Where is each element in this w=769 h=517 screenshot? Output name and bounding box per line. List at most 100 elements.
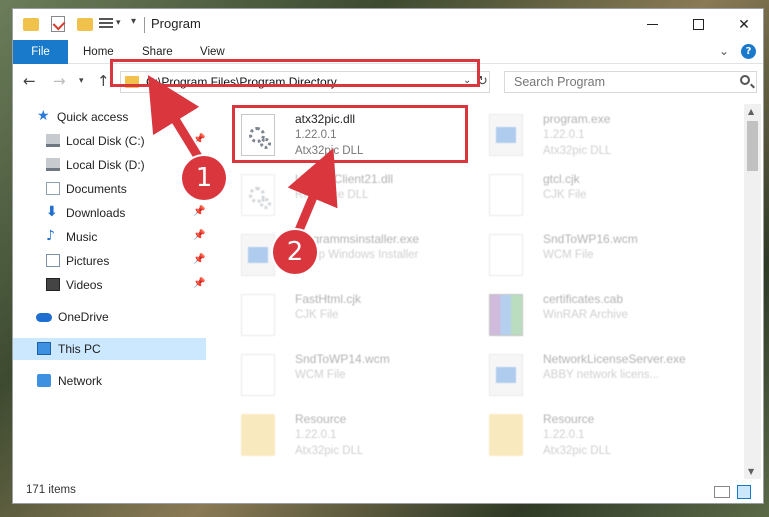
- refresh-icon[interactable]: ↻: [477, 72, 490, 92]
- properties-icon[interactable]: [51, 16, 65, 32]
- file-name: program.exe: [543, 112, 611, 126]
- sidebar-item-label: Pictures: [66, 254, 110, 268]
- sidebar-item-label: Downloads: [66, 206, 126, 220]
- dropdown-icon[interactable]: ▾: [116, 18, 121, 36]
- address-dropdown-icon[interactable]: ⌄: [463, 75, 471, 86]
- sidebar-item-pictures[interactable]: Pictures 📌: [13, 250, 206, 272]
- scroll-up-icon[interactable]: ▲: [748, 107, 754, 116]
- disk-icon: [46, 134, 60, 147]
- file-name: Resource: [295, 412, 347, 426]
- sidebar-item-this-pc[interactable]: This PC: [13, 338, 206, 360]
- search-box[interactable]: [504, 71, 757, 93]
- file-name: UpdateClient21.dll: [295, 172, 394, 186]
- details-view-icon[interactable]: [714, 486, 730, 498]
- sidebar-item-label: Music: [66, 230, 98, 244]
- window-title: Program: [151, 16, 201, 31]
- new-folder-icon[interactable]: [77, 18, 93, 31]
- tab-home[interactable]: Home: [83, 40, 114, 64]
- maximize-icon: [692, 19, 704, 30]
- file-name: gtcl.cjk: [543, 172, 580, 186]
- file-item[interactable]: Resource 1.22.0.1 Atx32pic DLL: [233, 408, 478, 466]
- file-icon: [489, 234, 523, 276]
- folder-dll-icon: [489, 414, 523, 456]
- cloud-icon: [36, 313, 52, 322]
- sidebar-item-label: This PC: [58, 342, 101, 356]
- close-button[interactable]: ✕: [721, 9, 763, 40]
- recent-locations-icon[interactable]: ▾: [79, 76, 84, 86]
- pin-icon[interactable]: 📌: [193, 206, 205, 217]
- file-item[interactable]: gtcl.cjk CJK File: [481, 168, 726, 226]
- file-item[interactable]: SndToWP16.wcm WCM File: [481, 228, 726, 286]
- tiles-view-icon[interactable]: [737, 485, 751, 499]
- download-icon: ⬇: [46, 204, 58, 220]
- archive-icon: [489, 294, 523, 336]
- documents-icon: [46, 182, 60, 195]
- sidebar-item-videos[interactable]: Videos 📌: [13, 274, 206, 296]
- file-detail: CJK File: [295, 309, 339, 321]
- maximize-button[interactable]: [675, 9, 721, 40]
- videos-icon: [46, 278, 60, 291]
- file-item[interactable]: FastHtml.cjk CJK File: [233, 288, 478, 346]
- file-item[interactable]: certificates.cab WinRAR Archive: [481, 288, 726, 346]
- file-detail: WCM File: [295, 369, 346, 381]
- file-name: Resource: [543, 412, 595, 426]
- computer-icon: [37, 342, 51, 355]
- dll-gear-icon: [241, 174, 275, 216]
- sidebar-item-label: Videos: [66, 278, 103, 292]
- file-item[interactable]: programmsinstaller.exe Setup Windows Ins…: [233, 228, 478, 286]
- tab-share[interactable]: Share: [142, 40, 173, 64]
- folder-icon[interactable]: [23, 18, 39, 31]
- file-detail: Atx32pic DLL: [543, 445, 612, 457]
- chevron-down-icon[interactable]: ⌄: [719, 44, 729, 58]
- up-arrow-icon[interactable]: ↑: [97, 72, 110, 90]
- file-detail: Resource DLL: [295, 189, 369, 201]
- file-item[interactable]: UpdateClient21.dll Resource DLL: [233, 168, 478, 226]
- minimize-button[interactable]: [629, 9, 675, 40]
- help-icon[interactable]: ?: [741, 44, 756, 59]
- sidebar-item-downloads[interactable]: ⬇ Downloads 📌: [13, 202, 206, 224]
- address-path[interactable]: C:\Program Files\Program Directory: [146, 75, 337, 89]
- file-item[interactable]: program.exe 1.22.0.1 Atx32pic DLL: [481, 108, 726, 166]
- search-input[interactable]: [505, 72, 725, 92]
- tab-view[interactable]: View: [200, 40, 225, 64]
- pin-icon[interactable]: 📌: [193, 278, 205, 289]
- sidebar-item-documents[interactable]: Documents: [13, 178, 206, 200]
- search-icon[interactable]: [740, 75, 750, 85]
- back-arrow-icon[interactable]: ←: [23, 72, 36, 90]
- sidebar-item-quick-access[interactable]: ★ Quick access: [13, 106, 206, 128]
- file-item[interactable]: SndToWP14.wcm WCM File: [233, 348, 478, 406]
- folder-icon: [125, 76, 139, 88]
- sidebar-item-local-disk-d[interactable]: Local Disk (D:): [13, 154, 206, 176]
- folder-dll-icon: [241, 414, 275, 456]
- vertical-scrollbar[interactable]: ▲ ▼: [744, 104, 761, 479]
- exe-icon: [489, 354, 523, 396]
- sidebar-item-local-disk-c[interactable]: Local Disk (C:) 📌: [13, 130, 206, 152]
- list-icon[interactable]: [99, 18, 113, 31]
- customize-toolbar-icon[interactable]: ▾: [131, 16, 136, 34]
- sidebar-item-label: Network: [58, 374, 103, 388]
- pin-icon[interactable]: 📌: [193, 134, 205, 145]
- tab-file[interactable]: File: [13, 40, 68, 64]
- file-detail: Atx32pic DLL: [543, 145, 612, 157]
- file-item[interactable]: atx32pic.dll 1.22.0.1 Atx32pic DLL: [233, 108, 478, 166]
- address-bar[interactable]: C:\Program Files\Program Directory ⌄ ↻: [120, 71, 490, 93]
- sidebar-item-onedrive[interactable]: OneDrive: [13, 306, 206, 328]
- file-icon: [241, 294, 275, 336]
- navigation-bar: ← → ▾ ↑ C:\Program Files\Program Directo…: [13, 65, 763, 98]
- sidebar-item-music[interactable]: ♪ Music 📌: [13, 226, 206, 248]
- file-item[interactable]: Resource 1.22.0.1 Atx32pic DLL: [481, 408, 726, 466]
- file-icon: [489, 174, 523, 216]
- sidebar-item-label: Documents: [66, 182, 127, 196]
- file-item[interactable]: NetworkLicenseServer.exe ABBY network li…: [481, 348, 726, 406]
- pin-icon[interactable]: 📌: [193, 254, 205, 265]
- scroll-down-icon[interactable]: ▼: [748, 467, 754, 476]
- sidebar-item-network[interactable]: Network: [13, 370, 206, 392]
- forward-arrow-icon[interactable]: →: [53, 72, 66, 90]
- navigation-pane: ★ Quick access Local Disk (C:) 📌 Local D…: [13, 104, 206, 479]
- file-detail: WCM File: [543, 249, 594, 261]
- title-bar: ▾ ▾ Program ✕: [13, 9, 763, 40]
- pin-icon[interactable]: 📌: [193, 230, 205, 241]
- scrollbar-thumb[interactable]: [747, 121, 758, 171]
- ribbon: File Home Share View ⌄ ?: [13, 40, 763, 64]
- file-icon: [241, 354, 275, 396]
